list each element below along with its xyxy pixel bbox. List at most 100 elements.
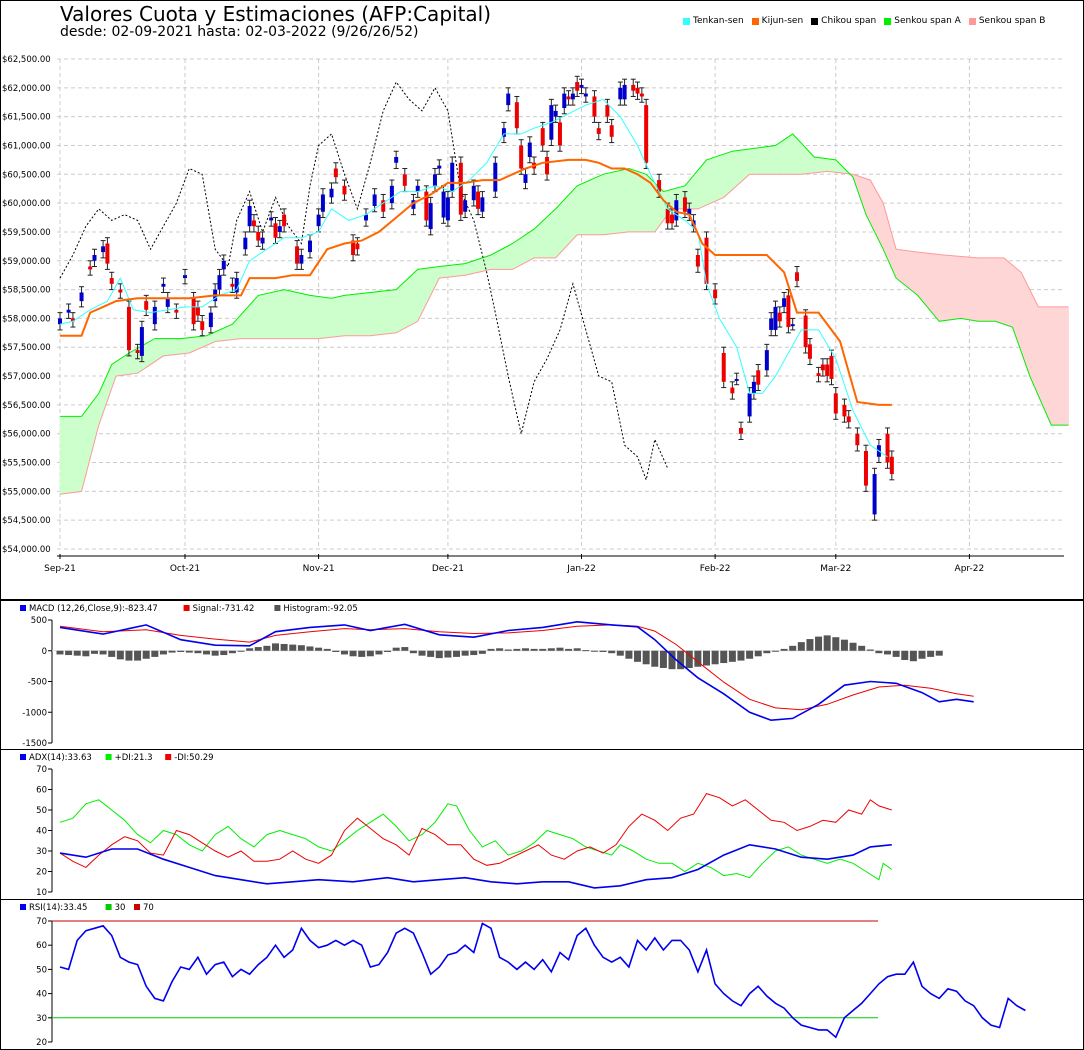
candle-body bbox=[566, 96, 571, 100]
kumo-cloud-segment bbox=[956, 255, 962, 320]
kumo-cloud-segment bbox=[382, 290, 388, 335]
kumo-cloud-segment bbox=[68, 416, 74, 494]
kumo-cloud-segment bbox=[857, 175, 862, 203]
kumo-cloud-segment bbox=[529, 228, 535, 261]
y-tick-label: $55,000.00 bbox=[2, 487, 51, 497]
histogram-bar bbox=[521, 648, 529, 651]
x-tick-label: Apr-22 bbox=[955, 564, 985, 574]
histogram-bar bbox=[159, 650, 167, 655]
candle-body bbox=[441, 191, 446, 218]
histogram-bar bbox=[780, 648, 788, 651]
candle-body bbox=[596, 128, 601, 134]
kumo-cloud-segment bbox=[395, 284, 401, 334]
candle-body bbox=[139, 327, 144, 356]
candle-body bbox=[842, 404, 847, 417]
legend-adx: ADX(14):33.63 bbox=[29, 753, 92, 763]
candle-body bbox=[605, 105, 610, 117]
candle-body bbox=[639, 93, 644, 97]
histogram-bar bbox=[366, 650, 374, 657]
candle-body bbox=[506, 93, 511, 106]
kumo-cloud-segment bbox=[740, 149, 746, 183]
kumo-cloud-segment bbox=[1003, 257, 1009, 327]
y-tick-label: $57,500.00 bbox=[2, 343, 51, 353]
legend-swatch bbox=[165, 754, 172, 760]
candle-body bbox=[523, 174, 528, 183]
kumo-cloud-segment bbox=[732, 150, 737, 191]
candle-body bbox=[527, 142, 532, 157]
candle-body bbox=[402, 174, 407, 186]
legend-swatch bbox=[20, 605, 26, 611]
candle-body bbox=[200, 321, 205, 330]
histogram-bar bbox=[142, 650, 150, 659]
candle-body bbox=[243, 237, 248, 250]
candle-body bbox=[58, 318, 62, 325]
kumo-cloud-segment bbox=[770, 145, 776, 175]
candle-body bbox=[256, 231, 261, 241]
histogram-bar bbox=[409, 650, 417, 654]
candle-body bbox=[803, 315, 808, 348]
candle-body bbox=[807, 344, 812, 359]
kumo-cloud-segment bbox=[361, 292, 367, 337]
kumo-cloud-segment bbox=[766, 145, 772, 175]
candle-body bbox=[126, 306, 131, 351]
kumo-cloud-segment bbox=[365, 292, 371, 337]
candle-body bbox=[670, 214, 675, 224]
candle-body bbox=[182, 275, 187, 279]
kumo-cloud-segment bbox=[344, 294, 350, 337]
histogram-bar bbox=[720, 650, 728, 664]
kumo-cloud-segment bbox=[632, 169, 638, 233]
kumo-cloud-segment bbox=[598, 173, 604, 236]
y-tick-label: $59,000.00 bbox=[2, 257, 51, 267]
kumo-cloud-segment bbox=[934, 253, 940, 323]
histogram-bar bbox=[444, 650, 452, 658]
kumo-cloud-segment bbox=[615, 170, 621, 234]
y-tick-label: $60,000.00 bbox=[2, 199, 51, 209]
kumo-cloud-segment bbox=[551, 208, 556, 259]
y-tick-label: 60 bbox=[36, 786, 47, 796]
candle-body bbox=[795, 272, 800, 281]
x-tick-label: Dec-21 bbox=[432, 564, 464, 574]
candle-body bbox=[609, 125, 614, 137]
y-tick-label: 70 bbox=[36, 765, 47, 775]
candle-body bbox=[269, 217, 274, 221]
candle-body bbox=[109, 278, 114, 284]
kumo-cloud-segment bbox=[249, 299, 255, 339]
kumo-cloud-segment bbox=[723, 152, 729, 199]
y-tick-label: 500 bbox=[31, 616, 47, 626]
x-tick-label: Nov-21 bbox=[303, 564, 335, 574]
candle-body bbox=[191, 298, 196, 325]
candle-body bbox=[152, 306, 157, 325]
kumo-cloud-segment bbox=[111, 361, 117, 389]
y-tick-label: 30 bbox=[36, 1014, 47, 1024]
candle-body bbox=[855, 433, 860, 446]
kumo-cloud-segment bbox=[714, 155, 720, 202]
histogram-bar bbox=[194, 650, 202, 654]
candle-body bbox=[665, 208, 670, 224]
candle-body bbox=[372, 194, 377, 206]
candle-body bbox=[721, 353, 726, 382]
y-tick-label: $62,500.00 bbox=[2, 55, 51, 65]
kumo-cloud-segment bbox=[434, 266, 440, 287]
histogram-bar bbox=[349, 650, 357, 657]
kumo-cloud-segment bbox=[257, 294, 263, 339]
kumo-cloud-segment bbox=[184, 337, 190, 354]
candle-body bbox=[786, 295, 791, 328]
histogram-bar bbox=[99, 650, 107, 655]
histogram-bar bbox=[909, 650, 917, 662]
kumo-cloud-segment bbox=[305, 294, 311, 339]
kumo-cloud-segment bbox=[171, 338, 177, 356]
kumo-cloud-segment bbox=[926, 252, 931, 312]
kumo-cloud-segment bbox=[818, 157, 824, 173]
y-tick-label: $62,000.00 bbox=[2, 84, 51, 94]
kumo-cloud-segment bbox=[150, 338, 156, 366]
kumo-cloud-segment bbox=[245, 304, 250, 339]
histogram-bar bbox=[832, 637, 840, 651]
rsi-chart: 70 60 50 40 30 20 RSI(14):33.45 30 70 bbox=[20, 903, 1026, 1048]
kumo-cloud-segment bbox=[701, 159, 707, 208]
histogram-bar bbox=[746, 650, 754, 659]
kumo-cloud-segment bbox=[917, 251, 923, 302]
legend-swatch bbox=[105, 904, 112, 910]
y-tick-label: $54,500.00 bbox=[2, 516, 51, 526]
kumo-cloud-segment bbox=[900, 249, 906, 286]
kumo-cloud-segment bbox=[339, 294, 345, 337]
